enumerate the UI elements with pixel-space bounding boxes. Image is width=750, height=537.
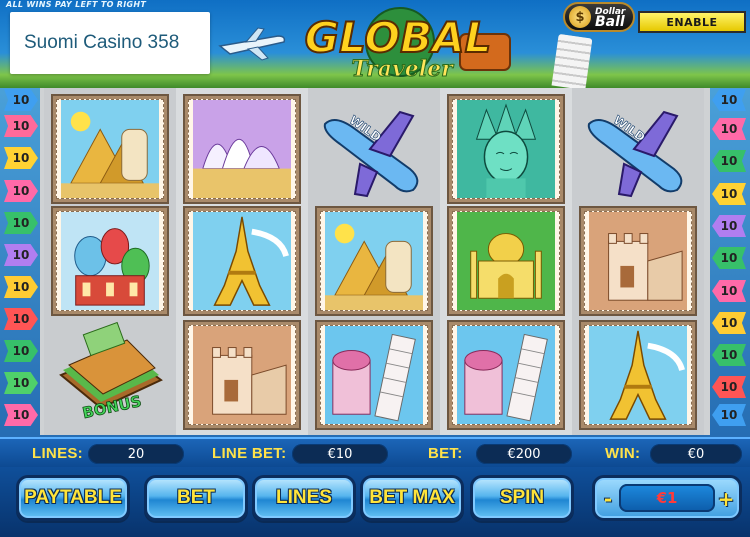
eiffel-tower-icon (193, 212, 291, 310)
dollar-coin-icon: $ (569, 6, 591, 28)
brand-badge: Suomi Casino 358 (10, 12, 210, 74)
pyramids-icon (61, 100, 159, 198)
payline-marker[interactable]: 10 (4, 372, 38, 394)
payline-marker[interactable]: 10 (4, 308, 38, 330)
logo-global-text: GLOBAL (305, 13, 492, 62)
dollar-ball-big: Ball (595, 14, 625, 30)
payline-marker[interactable]: 10 (4, 404, 38, 426)
symbol-pisa (315, 320, 433, 430)
paytable-button[interactable]: PAYTABLE (16, 475, 130, 521)
pyramids-icon (325, 212, 423, 310)
bonus-sandwich-icon: BONUS (59, 321, 163, 423)
payline-marker[interactable]: 10 (4, 147, 38, 169)
reel-1: BONUS (44, 88, 176, 435)
line-bet-value: €10 (292, 444, 388, 464)
reel-area: BONUS WILD WILD (40, 88, 710, 435)
reel-5: WILD (572, 88, 704, 435)
taj-mahal-icon (457, 212, 555, 310)
payline-marker[interactable]: 10 (4, 115, 38, 137)
great-wall-icon (589, 212, 687, 310)
great-wall-icon (193, 326, 291, 424)
payline-marker[interactable]: 10 (4, 212, 38, 234)
symbol-taj-mahal (447, 206, 565, 316)
line-bet-label: LINE BET: (212, 445, 287, 462)
payline-marker[interactable]: 10 (712, 247, 746, 269)
domes-icon (61, 212, 159, 310)
statue-of-liberty-icon (457, 100, 555, 198)
payline-marker[interactable]: 10 (4, 180, 38, 202)
opera-house-icon (193, 100, 291, 198)
control-bar: PAYTABLE BET LINES BET MAX SPIN - €1 + (0, 467, 750, 537)
spin-button[interactable]: SPIN (470, 475, 574, 521)
brand-name: Suomi Casino 358 (24, 32, 180, 53)
symbol-great-wall (183, 320, 301, 430)
wild-plane-icon: WILD (323, 110, 419, 198)
payline-marker[interactable]: 10 (712, 150, 746, 172)
payline-marker[interactable]: 10 (4, 276, 38, 298)
coin-value-display: €1 (619, 484, 715, 512)
increase-coin-button[interactable]: + (715, 482, 737, 516)
bet-label: BET: (428, 445, 463, 462)
bet-info-bar: LINES: 20 LINE BET: €10 BET: €200 WIN: €… (0, 437, 750, 467)
payline-marker[interactable]: 10 (712, 344, 746, 366)
symbol-eiffel (183, 206, 301, 316)
payline-marker[interactable]: 10 (712, 376, 746, 398)
symbol-liberty (447, 94, 565, 204)
symbol-pisa (447, 320, 565, 430)
dollar-ball-badge: $ Dollar Ball (563, 2, 635, 32)
decrease-coin-button[interactable]: - (597, 482, 619, 516)
enable-dollar-ball-button[interactable]: ENABLE (638, 11, 746, 33)
pisa-tower-icon (457, 326, 555, 424)
payline-marker[interactable]: 10 (712, 215, 746, 237)
payline-marker[interactable]: 10 (712, 404, 746, 426)
global-traveler-logo: GLOBAL Traveler (304, 7, 511, 82)
symbol-egypt (315, 206, 433, 316)
payline-marker[interactable]: 10 (712, 312, 746, 334)
pisa-tower-decoration (551, 33, 593, 91)
bet-button[interactable]: BET (144, 475, 248, 521)
payline-marker[interactable]: 10 (712, 89, 746, 111)
symbol-st-basil (51, 206, 169, 316)
logo-traveler-text: Traveler (351, 56, 454, 82)
slot-game: ALL WINS PAY LEFT TO RIGHT GLOBAL Travel… (0, 0, 750, 537)
wild-plane-icon: WILD (587, 110, 683, 198)
symbol-wild: WILD (315, 94, 433, 204)
payline-marker[interactable]: 10 (4, 340, 38, 362)
bet-value: €200 (476, 444, 572, 464)
reel-4 (440, 88, 572, 435)
win-rule-ticker: ALL WINS PAY LEFT TO RIGHT (6, 0, 147, 9)
lines-label: LINES: (32, 445, 83, 462)
symbol-eiffel (579, 320, 697, 430)
game-header: ALL WINS PAY LEFT TO RIGHT GLOBAL Travel… (0, 0, 750, 91)
payline-marker[interactable]: 10 (712, 183, 746, 205)
symbol-egypt (51, 94, 169, 204)
lines-value: 20 (88, 444, 184, 464)
symbol-bonus: BONUS (51, 320, 169, 430)
symbol-great-wall (579, 206, 697, 316)
win-value: €0 (650, 444, 742, 464)
pisa-tower-icon (325, 326, 423, 424)
lines-button[interactable]: LINES (252, 475, 356, 521)
dollar-ball-label: Dollar Ball (595, 7, 625, 30)
eiffel-tower-icon (589, 326, 687, 424)
win-label: WIN: (605, 445, 641, 462)
payline-marker[interactable]: 10 (712, 118, 746, 140)
bet-max-button[interactable]: BET MAX (360, 475, 464, 521)
payline-marker[interactable]: 10 (712, 280, 746, 302)
coin-value-stepper: - €1 + (592, 475, 742, 521)
payline-marker[interactable]: 10 (4, 89, 38, 111)
symbol-wild: WILD (579, 94, 697, 204)
reel-2 (176, 88, 308, 435)
symbol-sydney (183, 94, 301, 204)
payline-marker[interactable]: 10 (4, 244, 38, 266)
reel-3: WILD (308, 88, 440, 435)
